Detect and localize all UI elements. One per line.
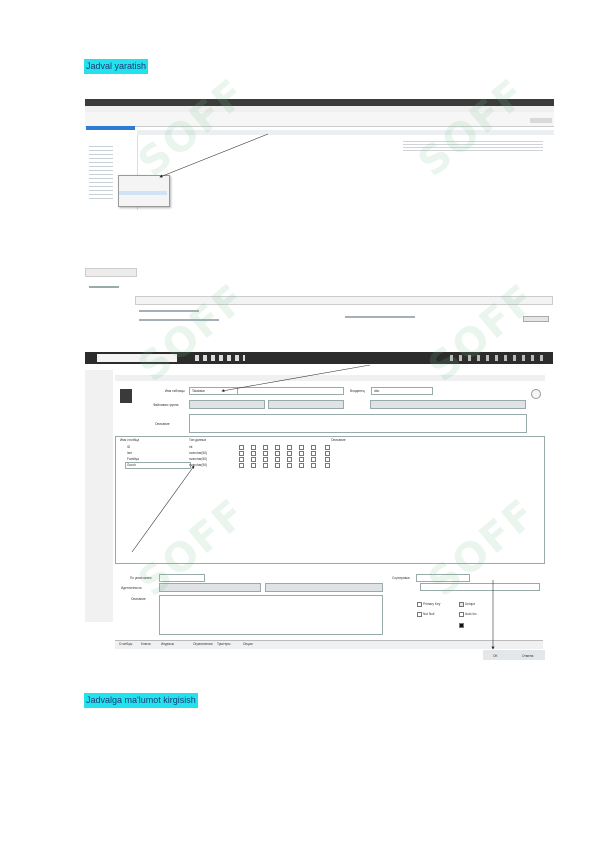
section-heading-bottom: Jadvalga ma'lumot kirgisish xyxy=(84,693,198,708)
arrow-to-table-name xyxy=(221,364,371,393)
